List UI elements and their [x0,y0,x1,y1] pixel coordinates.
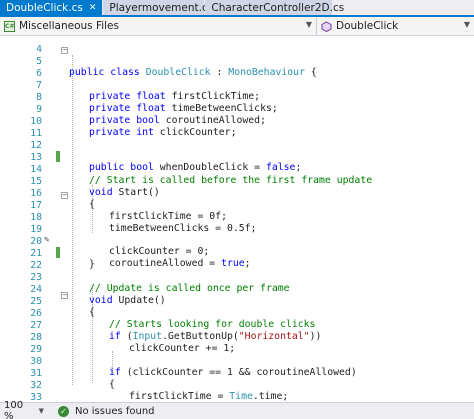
dropdown-arrow-icon[interactable]: ▼ [39,407,44,415]
code-line: 11 [0,117,474,139]
code-line: 10 private int clickCounter; [0,105,474,138]
zoom-dropdown[interactable]: 100 % ▼ [0,400,44,419]
tab-charactercontroller2d[interactable]: CharacterController2D.cs [205,0,344,15]
zoom-level: 100 % [4,400,24,419]
code-line: 17 firstClickTime = 0f; [0,189,474,222]
code-line: 33 StartCoroutine(DoubleClickDetection()… [0,381,474,402]
code-line: 18 timeBetweenClicks = 0.5f; [0,201,474,234]
code-line: 15 void Start() [0,165,474,198]
code-line: 24 void Update() [0,273,474,306]
project-name: Miscellaneous Files [19,20,119,32]
code-line: 14 // Start is called before the first f… [0,153,474,186]
code-line: 28 clickCounter += 1; [0,321,474,354]
code-line: 21 } [0,237,474,270]
project-dropdown[interactable]: C# Miscellaneous Files ▼ [0,17,317,35]
code-line: 34 } [0,393,474,402]
code-editor[interactable]: − − − 4 5 public class DoubleClick : Mon… [0,37,474,402]
code-line: 30 if (clickCounter == 1 && coroutineAll… [0,345,474,378]
code-line: 16 { [0,177,474,210]
code-line: 31 { [0,357,474,390]
tab-label: CharacterController2D.cs [211,1,345,14]
close-icon[interactable]: ✕ [89,3,97,13]
code-line: 8 private float timeBetweenClicks; [0,81,474,114]
code-line: 9 private bool coroutineAllowed; [0,93,474,126]
code-line: 32 firstClickTime = Time.time; [0,369,474,402]
code-line: 12 public bool whenDoubleClick = false; [0,129,474,173]
code-line: 29 [0,333,474,355]
navigation-bar: C# Miscellaneous Files ▼ DoubleClick ▼ [0,17,474,36]
code-line: 27 if (Input.GetButtonUp("Horizontal")) [0,309,474,342]
code-line: 5 public class DoubleClick : MonoBehavio… [0,45,474,78]
code-line: 23 // Update is called once per frame [0,261,474,294]
member-name: DoubleClick [336,20,399,32]
code-line: 6 [0,57,474,79]
code-line: 26 // Starts looking for double clicks [0,297,474,330]
tab-doubleclick[interactable]: DoubleClick.cs ✕ [0,0,104,15]
code-line: 19 ✎ clickCounter = 0; [0,213,474,257]
dropdown-arrow-icon[interactable]: ▼ [464,20,470,29]
issues-status[interactable]: No issues found [75,406,155,417]
tab-label: Playermovement.cs [109,1,214,14]
dropdown-arrow-icon[interactable]: ▼ [306,20,312,29]
tab-strip: DoubleClick.cs ✕ Playermovement.cs Chara… [0,0,474,17]
code-line: 4 [0,37,474,55]
code-line: 20 coroutineAllowed = true; [0,225,474,269]
tab-label: DoubleClick.cs [6,1,83,14]
check-circle-icon: ✓ [58,405,69,417]
method-icon [321,20,332,32]
status-bar: 100 % ▼ ✓ No issues found [0,400,474,419]
csharp-file-icon: C# [4,20,15,32]
code-line: 22 [0,249,474,271]
code-line: 13 [0,141,474,163]
code-line: 25 { [0,285,474,318]
member-dropdown[interactable]: DoubleClick ▼ [317,17,474,35]
tab-playermovement[interactable]: Playermovement.cs [103,0,213,15]
code-line: 7 private float firstClickTime; [0,69,474,102]
